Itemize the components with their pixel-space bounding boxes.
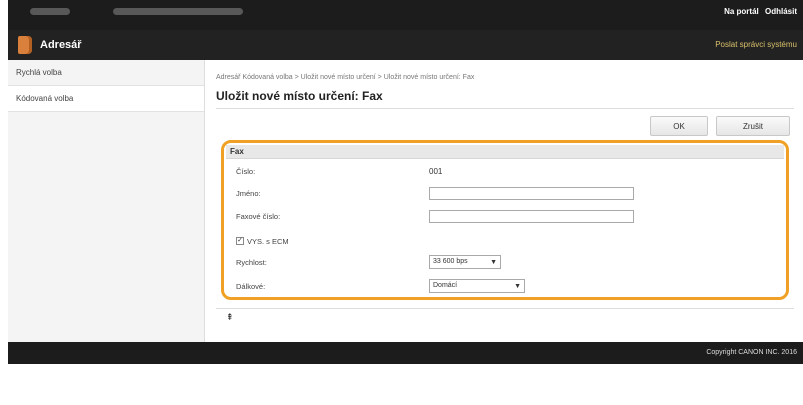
admin-email-link[interactable]: Poslat správci systému [715, 40, 797, 49]
footer: Copyright CANON INC. 2016 [8, 342, 803, 364]
divider [216, 108, 794, 109]
sidebar: Rychlá volba Kódovaná volba [8, 60, 205, 342]
highlight-frame [221, 140, 789, 300]
cancel-button[interactable]: Zrušit [716, 116, 790, 136]
back-to-top-icon[interactable]: ⇞ [226, 312, 234, 323]
app-title: Adresář [40, 39, 82, 51]
copyright: Copyright CANON INC. 2016 [706, 349, 797, 356]
ok-button[interactable]: OK [650, 116, 708, 136]
logout-link[interactable]: Odhlásit [765, 7, 797, 16]
blurred-text [113, 8, 243, 15]
top-bar: Na portál Odhlásit [8, 0, 803, 30]
sidebar-item-coded-dial[interactable]: Kódovaná volba [8, 86, 204, 112]
blurred-text [30, 8, 70, 15]
divider [216, 308, 794, 309]
top-links: Na portál Odhlásit [720, 7, 797, 16]
app-header: Adresář Poslat správci systému [8, 30, 803, 60]
portal-link[interactable]: Na portál [724, 7, 759, 16]
sidebar-item-one-touch[interactable]: Rychlá volba [8, 60, 204, 86]
address-book-icon [18, 36, 32, 54]
page-title: Uložit nové místo určení: Fax [216, 89, 383, 103]
breadcrumb[interactable]: Adresář Kódovaná volba > Uložit nové mís… [216, 74, 474, 81]
